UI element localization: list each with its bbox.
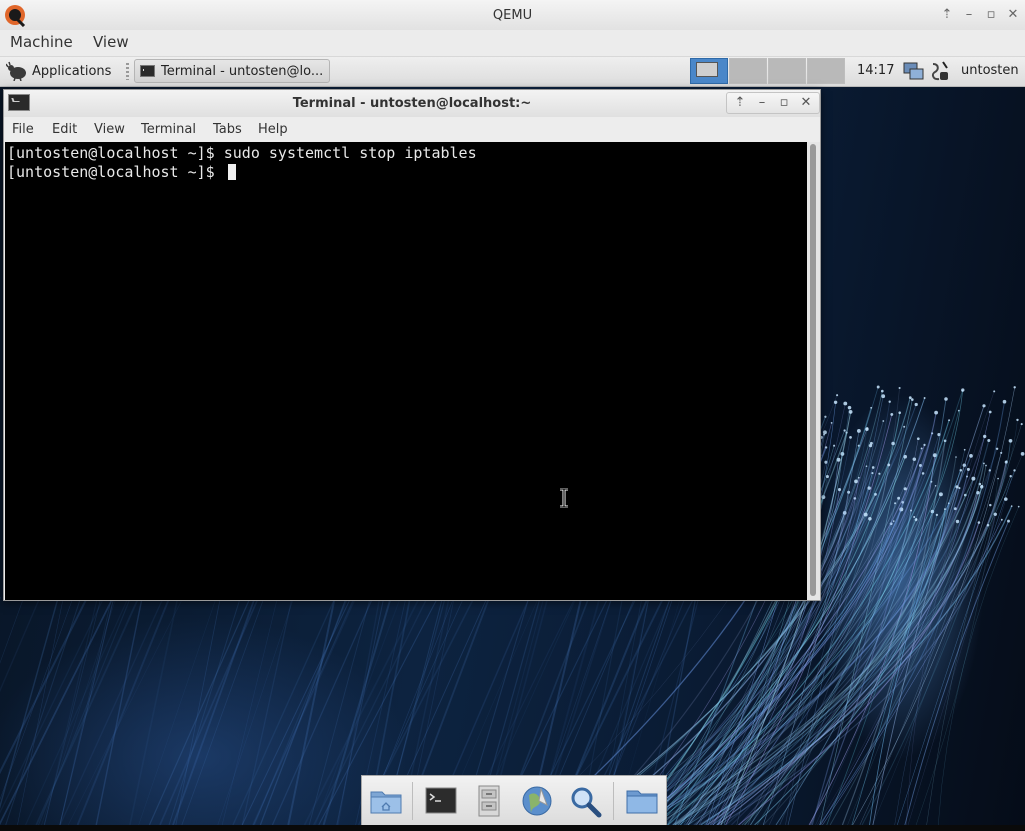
terminal-titlebar[interactable]: Terminal - untosten@localhost:~ ⇡ – ▫ ✕ xyxy=(4,90,820,117)
qemu-bottom-border xyxy=(0,825,1025,831)
terminal-shade-button[interactable]: ⇡ xyxy=(731,95,749,111)
terminal-close-button[interactable]: ✕ xyxy=(797,95,815,111)
terminal-minimize-button[interactable]: – xyxy=(753,95,771,111)
file-cabinet-icon[interactable] xyxy=(471,783,507,819)
terminal-menu-view[interactable]: View xyxy=(94,122,125,137)
qemu-menu-machine[interactable]: Machine xyxy=(10,33,73,51)
applications-menu-button[interactable]: Applications xyxy=(6,60,111,82)
qemu-window-title: QEMU xyxy=(492,8,533,23)
panel-username[interactable]: untosten xyxy=(961,63,1019,78)
panel-separator xyxy=(126,63,129,80)
text-cursor xyxy=(227,164,236,180)
workspace-1[interactable] xyxy=(690,58,728,84)
folder-icon[interactable] xyxy=(624,783,660,819)
terminal-menu-tabs[interactable]: Tabs xyxy=(213,122,242,137)
web-browser-icon[interactable] xyxy=(519,783,555,819)
terminal-menubar: File Edit View Terminal Tabs Help xyxy=(4,117,820,141)
search-icon[interactable] xyxy=(567,783,603,819)
qemu-menu-view[interactable]: View xyxy=(93,33,129,51)
dock-separator xyxy=(613,782,614,820)
qemu-shade-icon[interactable]: ⇡ xyxy=(938,7,956,23)
top-panel: Applications Terminal - untosten@lo... 1… xyxy=(0,57,1025,87)
terminal-window-controls: ⇡ – ▫ ✕ xyxy=(726,92,820,114)
terminal-window: Terminal - untosten@localhost:~ ⇡ – ▫ ✕ … xyxy=(3,89,821,601)
taskbar-terminal-button[interactable]: Terminal - untosten@lo... xyxy=(134,59,330,83)
terminal-window-title: Terminal - untosten@localhost:~ xyxy=(292,96,532,111)
xfce-mouse-icon xyxy=(6,61,26,81)
dock-separator xyxy=(412,782,413,820)
qemu-titlebar: QEMU ⇡ – ▫ ✕ xyxy=(0,0,1025,31)
terminal-scrollbar[interactable] xyxy=(807,142,820,600)
qemu-maximize-button[interactable]: ▫ xyxy=(982,7,1000,23)
ibeam-cursor-icon xyxy=(560,488,568,508)
workspace-4[interactable] xyxy=(807,58,845,84)
applications-label: Applications xyxy=(32,63,112,79)
home-folder-icon[interactable] xyxy=(368,783,404,819)
terminal-icon xyxy=(140,65,155,77)
terminal-prompt: [untosten@localhost ~]$ xyxy=(7,163,224,181)
terminal-menu-file[interactable]: File xyxy=(12,122,34,137)
power-plug-icon[interactable] xyxy=(929,60,951,82)
workspace-window-thumbnail xyxy=(696,62,718,77)
taskbar-terminal-label: Terminal - untosten@lo... xyxy=(161,63,324,79)
workspace-3[interactable] xyxy=(768,58,806,84)
terminal-menu-edit[interactable]: Edit xyxy=(52,122,77,137)
terminal-menu-terminal[interactable]: Terminal xyxy=(141,122,196,137)
qemu-close-button[interactable]: ✕ xyxy=(1004,7,1022,23)
workspace-2[interactable] xyxy=(729,58,767,84)
bottom-dock xyxy=(361,775,667,825)
terminal-scrollbar-thumb[interactable] xyxy=(810,144,816,596)
panel-clock[interactable]: 14:17 xyxy=(857,63,894,78)
terminal-menu-help[interactable]: Help xyxy=(258,122,288,137)
terminal-output[interactable]: [untosten@localhost ~]$ sudo systemctl s… xyxy=(5,142,807,600)
terminal-icon[interactable] xyxy=(423,783,459,819)
terminal-prompt-line: [untosten@localhost ~]$ xyxy=(7,163,807,182)
network-icon[interactable] xyxy=(903,60,925,82)
terminal-line: [untosten@localhost ~]$ sudo systemctl s… xyxy=(7,144,477,162)
guest-desktop: Applications Terminal - untosten@lo... 1… xyxy=(0,57,1025,825)
terminal-maximize-button[interactable]: ▫ xyxy=(775,95,793,111)
qemu-menubar: Machine View xyxy=(0,30,1025,57)
qemu-minimize-button[interactable]: – xyxy=(960,7,978,23)
